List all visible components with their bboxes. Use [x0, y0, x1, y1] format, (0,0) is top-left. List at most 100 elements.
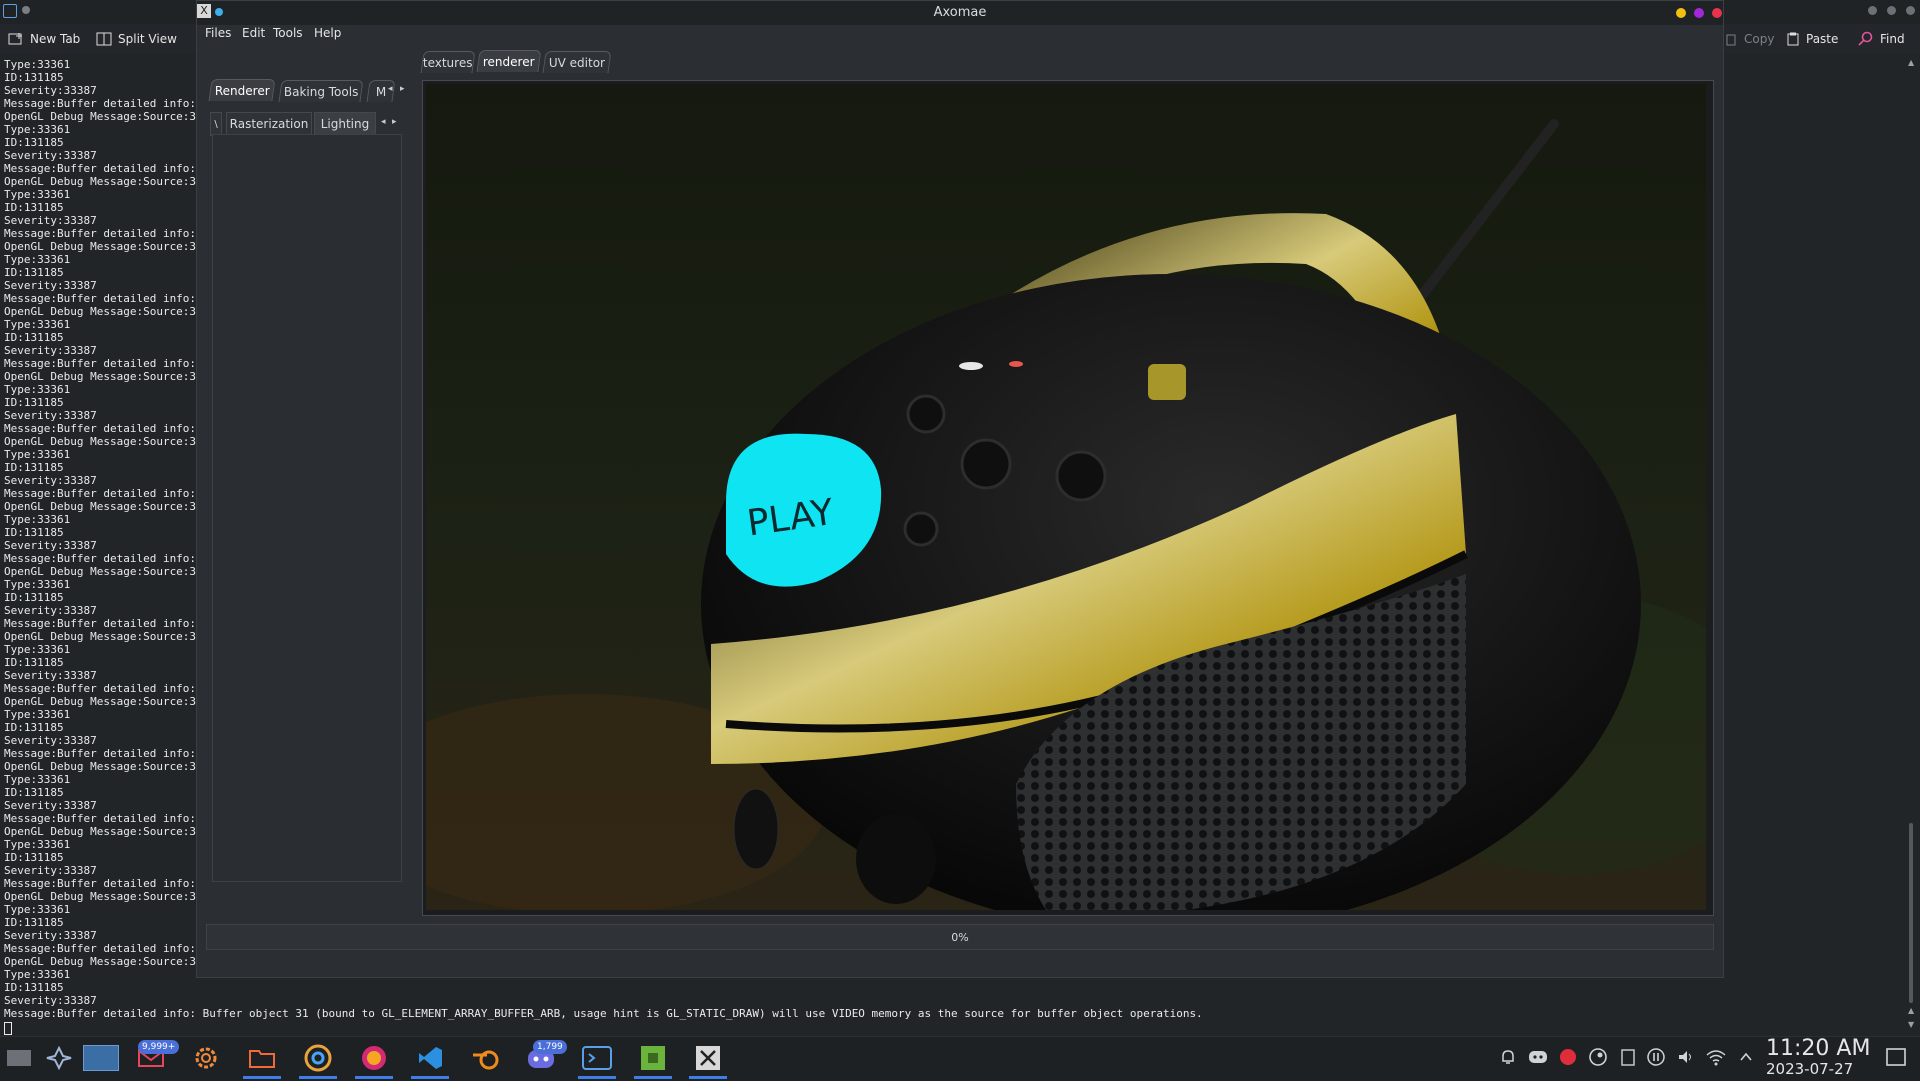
terminal-log-line: ID:131185	[4, 266, 64, 279]
terminal-log-line: Type:33361	[4, 643, 71, 656]
app-titlebar[interactable]: X Axomae	[197, 1, 1723, 25]
taskbar-firefox[interactable]	[355, 1040, 393, 1079]
terminal-log-line: Severity:33387	[4, 84, 97, 97]
terminal-log-line: ID:131185	[4, 331, 64, 344]
subtab-rasterization[interactable]: Rasterization	[226, 112, 312, 136]
terminal-log-line: ID:131185	[4, 71, 64, 84]
clipboard-tray[interactable]	[1617, 1046, 1639, 1068]
terminal-log-line: ID:131185	[4, 916, 64, 929]
terminal-close-button[interactable]	[1906, 6, 1915, 15]
terminal-scrollbar[interactable]: ▲ ▲ ▼	[1904, 58, 1918, 1033]
terminal-minimize-button[interactable]	[1868, 6, 1877, 15]
taskbar-settings[interactable]	[187, 1040, 225, 1076]
bell-icon	[1502, 1050, 1514, 1064]
pin-icon[interactable]	[22, 6, 30, 14]
subtabs-scroll-right-icon[interactable]: ▸	[392, 117, 397, 127]
render-viewport[interactable]: PLAY	[426, 84, 1706, 910]
copy-button[interactable]: Copy	[1726, 28, 1774, 50]
gear-icon	[195, 1047, 217, 1069]
menu-tools[interactable]: Tools	[273, 26, 303, 40]
terminal-log-line: Type:33361	[4, 318, 71, 331]
terminal-log-line: OpenGL Debug Message:Source:3335	[4, 110, 196, 123]
tab-panel-renderer[interactable]: Renderer	[208, 79, 276, 101]
media-tray[interactable]	[1645, 1046, 1667, 1068]
clock-date[interactable]: 2023-07-27	[1766, 1060, 1853, 1078]
tab-renderer[interactable]: renderer	[476, 50, 542, 72]
taskbar-files[interactable]	[243, 1040, 281, 1079]
terminal-log-line: Message:Buffer detailed info: Bu	[4, 422, 196, 435]
peek-desktop[interactable]	[1882, 1046, 1910, 1068]
terminal-log-line: Severity:33387	[4, 474, 97, 487]
menu-files[interactable]: Files	[205, 26, 231, 40]
minimize-button[interactable]	[1676, 8, 1686, 18]
terminal-log-line: OpenGL Debug Message:Source:3335	[4, 500, 196, 513]
split-view-button[interactable]: Split View	[96, 28, 177, 50]
tab-baking-tools[interactable]: Baking Tools	[278, 80, 364, 102]
terminal-icon	[582, 1046, 612, 1070]
taskbar-axomae[interactable]	[689, 1040, 727, 1079]
terminal-scroll-thumb[interactable]	[1909, 823, 1913, 1003]
virtual-desktops-pager[interactable]	[80, 1040, 122, 1076]
network-tray[interactable]	[1705, 1046, 1727, 1068]
terminal-log-line: Message:Buffer detailed info: Bu	[4, 97, 196, 110]
tab-textures[interactable]: textures	[420, 51, 476, 73]
record-icon	[1560, 1049, 1576, 1065]
terminal-log-line: ID:131185	[4, 201, 64, 214]
terminal-maximize-button[interactable]	[1887, 6, 1896, 15]
terminal-log-line: Type:33361	[4, 903, 71, 916]
notifications-tray[interactable]	[1497, 1046, 1519, 1068]
terminal-log-line: Type:33361	[4, 448, 71, 461]
paste-label: Paste	[1806, 32, 1839, 46]
copy-label: Copy	[1744, 32, 1775, 46]
steam-tray[interactable]	[1587, 1046, 1609, 1068]
volume-tray[interactable]	[1675, 1046, 1697, 1068]
terminal-log-line: Message:Buffer detailed info: Bu	[4, 552, 196, 565]
tray-expand[interactable]	[1735, 1046, 1757, 1068]
terminal-log-line: Type:33361	[4, 383, 71, 396]
terminal-log-line: Message:Buffer detailed info: Bu	[4, 292, 196, 305]
taskbar-chrome[interactable]	[299, 1040, 337, 1079]
lighting-panel	[212, 134, 402, 882]
panel-tabs-scroll-left-icon[interactable]: ◂	[388, 84, 393, 94]
tab-uv-editor[interactable]: UV editor	[542, 51, 612, 73]
wifi-icon	[1706, 1050, 1726, 1066]
discord-tray[interactable]	[1527, 1046, 1549, 1068]
close-button[interactable]	[1712, 8, 1722, 18]
subtab-lighting[interactable]: Lighting	[314, 112, 376, 136]
menu-help[interactable]: Help	[314, 26, 341, 40]
terminal-log-line: OpenGL Debug Message:Source:3335	[4, 955, 196, 968]
terminal-log-line: Message:Buffer detailed info: Bu	[4, 942, 196, 955]
blender-icon	[473, 1050, 499, 1070]
terminal-output[interactable]: Type:33361 ID:131185 Severity:33387 Message…	[4, 58, 196, 1018]
terminal-log-line: Message:Buffer detailed info: Bu	[4, 357, 196, 370]
subtab-hidden[interactable]: \	[210, 112, 222, 136]
taskbar-blender[interactable]	[467, 1040, 505, 1076]
app-launcher-button[interactable]	[40, 1040, 78, 1076]
find-button[interactable]: Find	[1858, 28, 1905, 50]
terminal-log-line: Type:33361	[4, 838, 71, 851]
subtabs-scroll-left-icon[interactable]: ◂	[381, 117, 386, 127]
menu-edit[interactable]: Edit	[242, 26, 265, 40]
panel-tabs-scroll-right-icon[interactable]: ▸	[400, 84, 405, 94]
terminal-log-line: OpenGL Debug Message:Source:3335	[4, 565, 196, 578]
axomae-icon	[696, 1046, 720, 1070]
vscode-icon	[419, 1047, 442, 1069]
terminal-log-line: Message:Buffer detailed info: Bu	[4, 812, 196, 825]
terminal-log-line: ID:131185	[4, 656, 64, 669]
clock-time[interactable]: 11:20 AM	[1766, 1036, 1870, 1061]
taskbar-konsole[interactable]	[578, 1040, 616, 1079]
terminal-log-line: Severity:33387	[4, 864, 97, 877]
taskbar-vscode[interactable]	[411, 1040, 449, 1079]
new-tab-button[interactable]: New Tab	[8, 28, 80, 50]
terminal-log-line: OpenGL Debug Message:Source:3335	[4, 435, 196, 448]
terminal-log-line: OpenGL Debug Message:Source:3335	[4, 890, 196, 903]
show-desktop-button[interactable]	[0, 1040, 38, 1076]
folder-icon	[249, 1050, 275, 1068]
record-tray[interactable]	[1557, 1046, 1579, 1068]
rendered-scene: PLAY	[426, 84, 1706, 910]
paste-button[interactable]: Paste	[1786, 28, 1838, 50]
terminal-log-line: OpenGL Debug Message:Source:3335	[4, 695, 196, 708]
minecraft-icon	[641, 1046, 665, 1070]
taskbar-minecraft[interactable]	[634, 1040, 672, 1079]
maximize-button[interactable]	[1694, 8, 1704, 18]
